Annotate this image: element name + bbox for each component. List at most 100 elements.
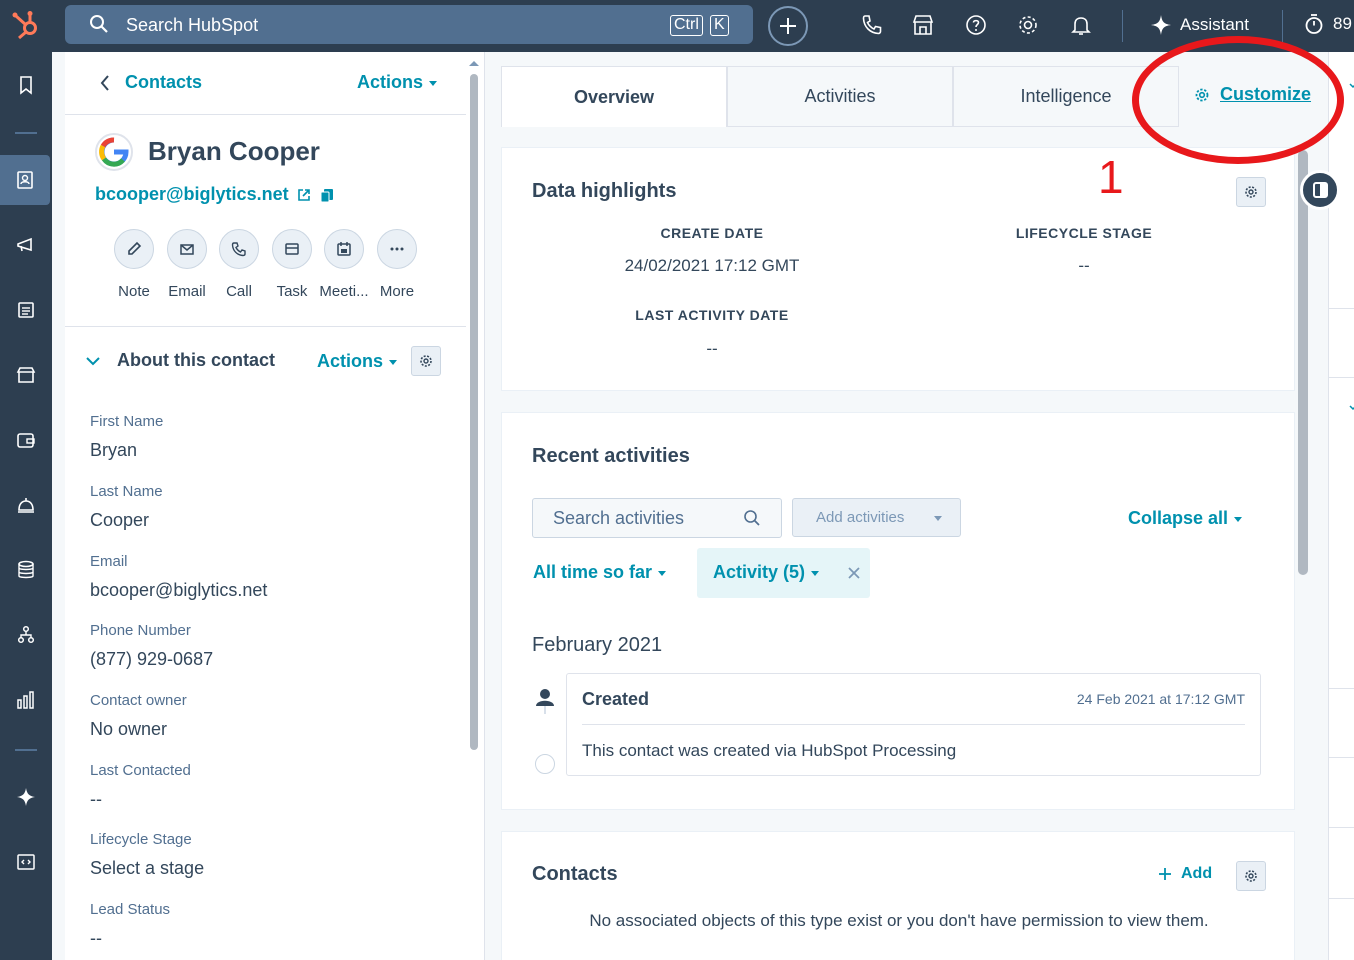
left-navigation-sidebar: [0, 52, 52, 960]
marketplace-icon[interactable]: [911, 13, 935, 37]
highlights-settings-button[interactable]: [1236, 177, 1266, 207]
add-activities-dropdown[interactable]: Add activities: [792, 498, 961, 537]
activity-item-created[interactable]: Created 24 Feb 2021 at 17:12 GMT This co…: [566, 673, 1261, 776]
company-avatar: [95, 133, 133, 171]
property-label: Phone Number: [90, 622, 191, 639]
caret-down-icon: [429, 80, 438, 86]
breadcrumb[interactable]: Contacts: [99, 72, 202, 93]
chevron-down-icon[interactable]: [1349, 404, 1354, 412]
divider: [1329, 688, 1354, 689]
property-value-last-name[interactable]: Cooper: [90, 510, 149, 531]
property-value-last-contacted[interactable]: --: [90, 789, 102, 810]
nav-developer[interactable]: [0, 837, 52, 887]
about-actions-dropdown[interactable]: Actions: [317, 351, 398, 372]
search-activities-input[interactable]: Search activities: [532, 498, 782, 538]
divider: [1329, 308, 1354, 309]
tab-overview[interactable]: Overview: [501, 66, 727, 127]
lifecycle-stage-value: --: [1078, 256, 1090, 275]
sparkle-icon: [17, 788, 35, 806]
property-value-lead-status[interactable]: --: [90, 928, 102, 949]
sparkle-icon: [1151, 15, 1171, 35]
property-value-email[interactable]: bcooper@biglytics.net: [90, 580, 267, 601]
service-bell-icon: [18, 498, 34, 513]
nav-marketing[interactable]: [0, 220, 52, 270]
collapse-all-dropdown[interactable]: Collapse all: [1128, 508, 1243, 529]
note-action-button[interactable]: Note: [104, 229, 164, 300]
content-icon: [18, 302, 34, 318]
notifications-bell-icon[interactable]: [1069, 13, 1093, 37]
external-link-icon[interactable]: [297, 188, 311, 202]
kbd-k: K: [710, 15, 729, 36]
tab-activities[interactable]: Activities: [727, 66, 953, 127]
nav-ai[interactable]: [0, 772, 52, 822]
divider: [65, 326, 466, 327]
property-value-first-name[interactable]: Bryan: [90, 440, 137, 461]
nav-separator: [15, 749, 37, 751]
nav-automation[interactable]: [0, 610, 52, 660]
main-scrollbar[interactable]: [1298, 150, 1308, 575]
chevron-down-icon: [86, 356, 100, 365]
nav-service[interactable]: [0, 480, 52, 530]
contacts-settings-button[interactable]: [1236, 861, 1266, 891]
phone-icon[interactable]: [860, 13, 884, 37]
contact-name[interactable]: Bryan Cooper: [148, 136, 320, 167]
card-title: Recent activities: [532, 445, 690, 467]
database-icon: [18, 560, 34, 579]
nav-reporting[interactable]: [0, 675, 52, 725]
nav-payments[interactable]: [0, 415, 52, 465]
call-action-button[interactable]: Call: [209, 229, 269, 300]
create-new-button[interactable]: [768, 6, 808, 46]
nav-bookmarks[interactable]: [0, 60, 52, 110]
meeting-label: Meeti...: [319, 283, 369, 300]
hubspot-logo-icon[interactable]: [10, 8, 44, 42]
settings-gear-icon[interactable]: [1016, 13, 1040, 37]
scroll-up-arrow-icon[interactable]: [467, 58, 481, 68]
contact-email-link[interactable]: bcooper@biglytics.net: [95, 184, 289, 205]
global-search-bar[interactable]: Search HubSpot Ctrl K: [65, 5, 753, 44]
sidebar-scrollbar[interactable]: [470, 74, 478, 750]
caret-down-icon: [658, 570, 667, 576]
timeline-node: [535, 754, 555, 774]
activity-item-title: Created: [582, 689, 650, 709]
close-icon[interactable]: [847, 566, 861, 580]
assistant-button[interactable]: Assistant: [1150, 14, 1249, 36]
property-label: First Name: [90, 413, 164, 430]
last-activity-value: --: [706, 339, 718, 358]
task-label: Task: [276, 283, 308, 300]
email-action-button[interactable]: Email: [157, 229, 217, 300]
breadcrumb-contacts-link[interactable]: Contacts: [125, 72, 202, 93]
actions-label: Actions: [317, 351, 384, 371]
task-action-button[interactable]: Task: [262, 229, 322, 300]
property-value-phone[interactable]: (877) 929-0687: [90, 649, 213, 670]
associated-contacts-card: Contacts Add No associated objects of th…: [501, 831, 1295, 960]
nav-data[interactable]: [0, 545, 52, 595]
contact-email[interactable]: bcooper@biglytics.net: [95, 184, 335, 205]
help-icon[interactable]: [964, 13, 988, 37]
nav-content[interactable]: [0, 285, 52, 335]
recent-activities-card: Recent activities Search activities Add …: [501, 412, 1295, 810]
time-filter-dropdown[interactable]: All time so far: [533, 562, 667, 583]
property-label: Email: [90, 553, 128, 570]
property-value-lifecycle[interactable]: Select a stage: [90, 858, 204, 879]
about-section-toggle[interactable]: About this contact: [85, 350, 275, 371]
meeting-action-button[interactable]: Meeti...: [314, 229, 374, 300]
record-actions-dropdown[interactable]: Actions: [357, 72, 438, 93]
activity-filter-pill[interactable]: Activity (5): [697, 548, 870, 598]
more-action-button[interactable]: More: [367, 229, 427, 300]
about-settings-button[interactable]: [411, 346, 441, 376]
chevron-down-icon[interactable]: [1349, 82, 1354, 90]
activity-filter-label[interactable]: Activity (5): [713, 562, 820, 583]
activity-filter-text: Activity (5): [713, 562, 806, 582]
add-label: Add: [1181, 865, 1213, 882]
nav-contacts[interactable]: [0, 155, 50, 205]
add-contact-button[interactable]: Add: [1158, 865, 1212, 883]
copy-icon[interactable]: [319, 187, 335, 203]
contacts-icon: [17, 171, 33, 189]
property-value-owner[interactable]: No owner: [90, 719, 167, 740]
timer-indicator[interactable]: 89: [1303, 13, 1352, 35]
annotation-step-number: 1: [1098, 151, 1124, 203]
toggle-right-sidebar-button[interactable]: [1300, 170, 1340, 210]
nav-commerce[interactable]: [0, 350, 52, 400]
property-label: Last Contacted: [90, 762, 191, 779]
annotation-highlight-ellipse: [1132, 36, 1344, 164]
